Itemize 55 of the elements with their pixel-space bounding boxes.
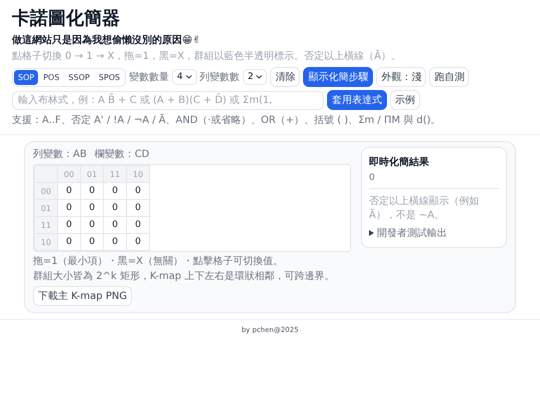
kmap-cell[interactable]: 0 <box>80 216 104 234</box>
action-button[interactable]: 顯示化簡步驟 <box>303 67 374 87</box>
kmap-cell[interactable]: 0 <box>104 182 126 200</box>
download-button[interactable]: 下載主 K-map PNG <box>33 286 132 306</box>
kmap-cell[interactable]: 0 <box>126 234 150 250</box>
row-variables-label: 列變數：AB <box>33 148 87 161</box>
action-button[interactable]: 外觀：淺 <box>376 67 426 87</box>
expression-field[interactable]: 輸入布林式，例：A B̄ + C 或 (A + B)(C + D̄) 或 Σm(1, <box>12 90 324 110</box>
row-header: 11 <box>34 216 58 234</box>
result-note: 否定以上橫線顯示（例如 Ā），不是 ~A。 <box>369 194 480 222</box>
column-header: 01 <box>80 166 104 182</box>
field-label: 列變數數 <box>200 70 240 84</box>
developer-output-toggle[interactable]: 開發者測試輸出 <box>369 226 499 240</box>
kmap-cell[interactable]: 0 <box>126 182 150 200</box>
kmap-cell[interactable]: 0 <box>126 200 150 216</box>
action-button[interactable]: 清除 <box>270 67 300 87</box>
kmap-cell[interactable]: 0 <box>80 182 104 200</box>
column-header: 00 <box>58 166 80 182</box>
form-tab[interactable]: SOP <box>14 70 38 84</box>
kmap-cell[interactable]: 0 <box>126 216 150 234</box>
kmap-cell[interactable]: 0 <box>104 234 126 250</box>
note-text: 拖=1（最小項）・黑=X（無關）・點擊格子可切換值。 <box>33 254 284 268</box>
variable-count-select[interactable]: 4 <box>172 69 197 85</box>
row-header: 10 <box>34 234 58 250</box>
column-header: 10 <box>126 166 150 182</box>
form-tab[interactable]: SPOS <box>94 70 124 84</box>
support-text: 支援：A..F、否定 A' / !A / ¬A / Ā、AND（·或省略）、OR（+）、括號 ( )、Σm / ΠM 與 d()。 <box>12 113 441 127</box>
action-button[interactable]: 跑自測 <box>429 67 470 87</box>
note-text: 群組大小皆為 2^k 矩形，K-map 上下左右是環狀相鄰，可跨邊界。 <box>33 270 336 283</box>
kmap-cell[interactable]: 0 <box>58 216 80 234</box>
kmap-cell[interactable]: 0 <box>58 234 80 250</box>
caret-icon <box>256 75 262 79</box>
disclosure-triangle-icon <box>369 230 374 236</box>
row-header: 01 <box>34 200 58 216</box>
action-button[interactable]: 示例 <box>390 90 420 110</box>
row-variables-select[interactable]: 2 <box>242 69 268 85</box>
action-button[interactable]: 套用表達式 <box>327 90 387 110</box>
page-title: 卡諾圖化簡器 <box>12 7 121 30</box>
form-tab[interactable]: SSOP <box>64 70 94 84</box>
kmap-cell[interactable]: 0 <box>80 234 104 250</box>
kmap-cell[interactable]: 0 <box>58 182 80 200</box>
kmap-cell[interactable]: 0 <box>104 216 126 234</box>
form-tab[interactable]: POS <box>39 70 64 84</box>
column-variables-label: 欄變數：CD <box>94 148 150 161</box>
result-value: 0 <box>369 173 499 189</box>
column-header: 11 <box>104 166 126 182</box>
kmap-cell[interactable]: 0 <box>104 200 126 216</box>
field-label: 變數數量 <box>128 70 169 84</box>
kmap-cell[interactable]: 0 <box>80 200 104 216</box>
result-title: 即時化簡結果 <box>369 156 430 169</box>
hint-text: 點格子切換 0 → 1 → X，拖=1，黑=X，群組以藍色半透明標示。否定以上橫線（Ā）。 <box>12 49 402 63</box>
subtitle: 做這網站只是因為我想偷懶沒別的原因😁✌ <box>12 34 202 47</box>
row-header: 00 <box>34 182 58 200</box>
kmap-cell[interactable]: 0 <box>58 200 80 216</box>
caret-icon <box>186 75 192 79</box>
